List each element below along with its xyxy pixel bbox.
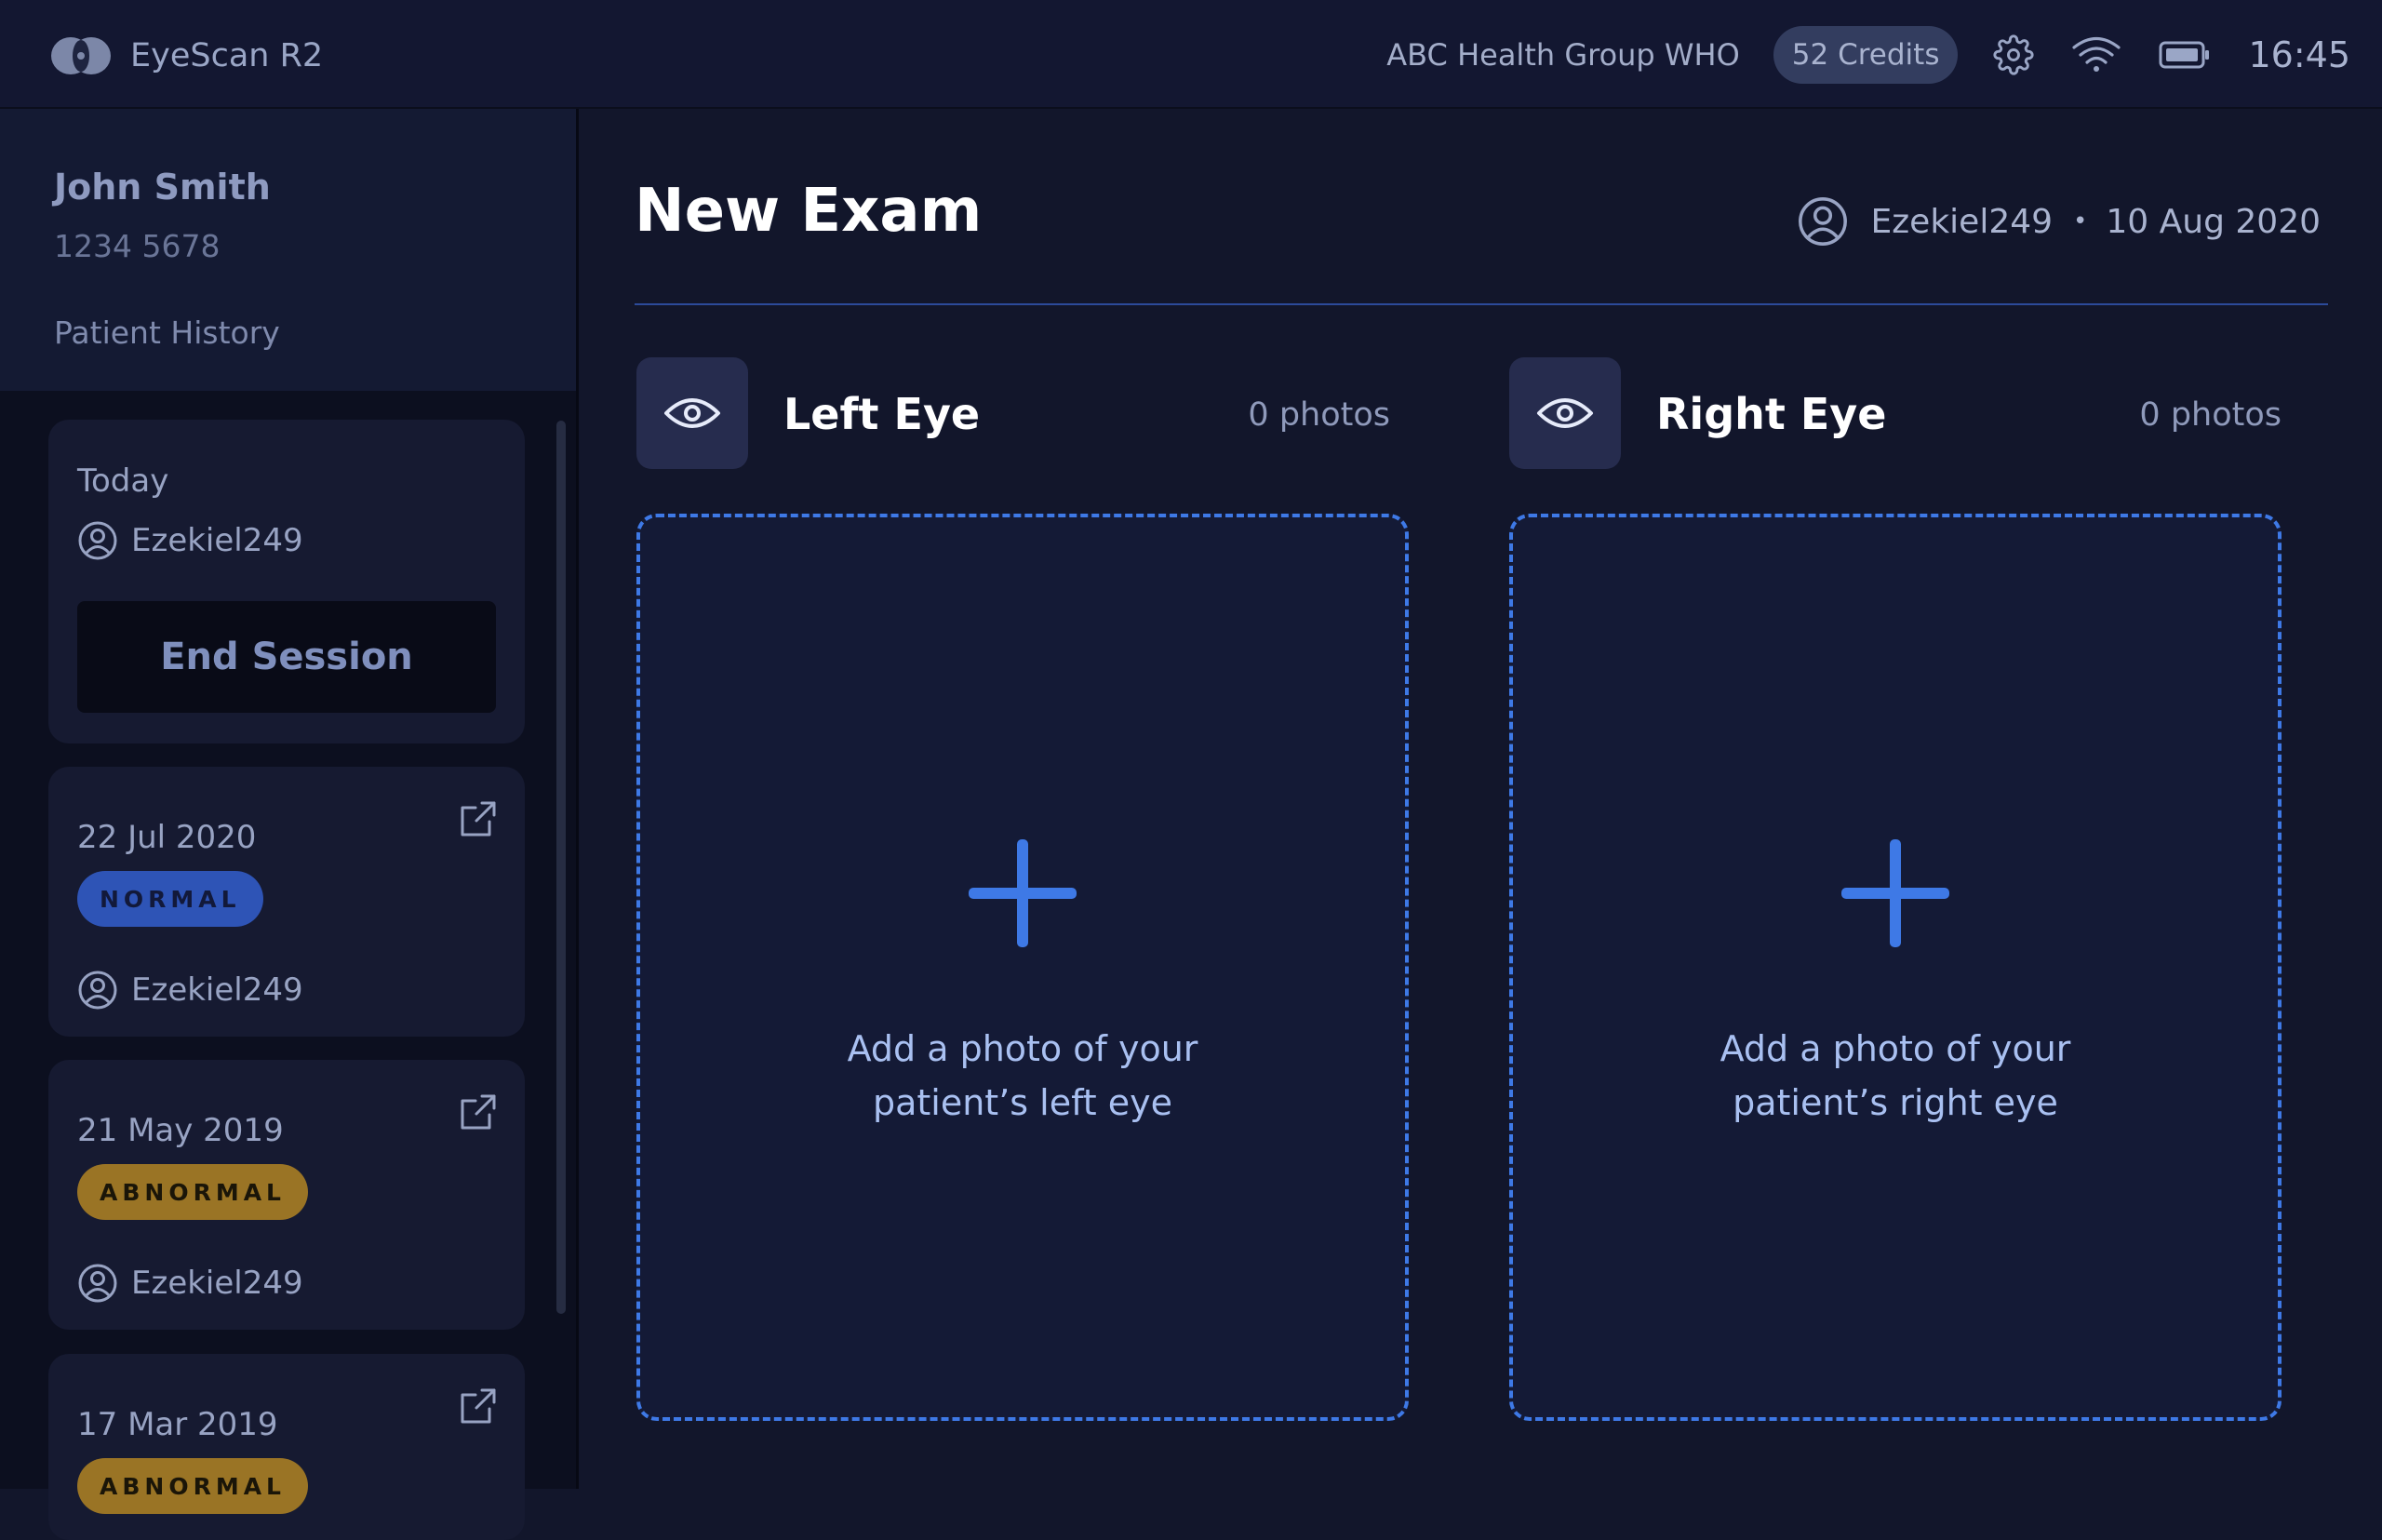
session-user: Ezekiel249 bbox=[77, 970, 303, 1011]
top-bar: EyeScan R2 ABC Health Group WHO 52 Credi… bbox=[0, 0, 2382, 109]
battery-icon bbox=[2159, 40, 2211, 70]
right-eye-header: Right Eye 0 photos bbox=[1509, 357, 2282, 469]
user-icon bbox=[1798, 197, 1847, 246]
wifi-icon bbox=[2071, 35, 2121, 74]
session-date: 17 Mar 2019 bbox=[77, 1406, 278, 1443]
exam-user: Ezekiel249 bbox=[1870, 202, 2054, 241]
status-badge: NORMAL bbox=[77, 871, 263, 927]
meta-separator: • bbox=[2073, 208, 2088, 235]
open-external-icon[interactable] bbox=[458, 798, 499, 843]
session-date: 21 May 2019 bbox=[77, 1112, 284, 1149]
open-external-icon[interactable] bbox=[458, 1091, 499, 1136]
left-eye-title: Left Eye bbox=[783, 389, 981, 439]
plus-icon bbox=[969, 839, 1077, 951]
status-badge: ABNORMAL bbox=[77, 1164, 308, 1220]
session-date: Today bbox=[77, 462, 169, 500]
open-external-icon[interactable] bbox=[458, 1386, 499, 1430]
session-user-name: Ezekiel249 bbox=[131, 1265, 303, 1302]
session-user-name: Ezekiel249 bbox=[131, 522, 303, 559]
app-name: EyeScan R2 bbox=[130, 36, 324, 74]
status-badge: ABNORMAL bbox=[77, 1458, 308, 1514]
prompt-line: Add a photo of your bbox=[1720, 1028, 2071, 1069]
clock: 16:45 bbox=[2248, 33, 2350, 75]
user-icon bbox=[78, 971, 117, 1010]
exam-date: 10 Aug 2020 bbox=[2106, 202, 2321, 241]
page-title: New Exam bbox=[635, 177, 983, 246]
sidebar-scrollbar[interactable] bbox=[556, 421, 566, 1314]
patient-history-link[interactable]: Patient History bbox=[54, 315, 280, 351]
header-divider bbox=[635, 303, 2328, 305]
prompt-line: Add a photo of your bbox=[847, 1028, 1198, 1069]
left-eye-dropzone[interactable]: Add a photo of your patient’s left eye bbox=[636, 514, 1409, 1421]
exam-meta: Ezekiel249 • 10 Aug 2020 bbox=[1797, 195, 2321, 248]
sidebar: John Smith 1234 5678 Patient History Tod… bbox=[0, 109, 579, 1540]
right-eye-prompt: Add a photo of your patient’s right eye bbox=[1513, 1022, 2278, 1130]
session-user-name: Ezekiel249 bbox=[131, 971, 303, 1009]
patient-name: John Smith bbox=[54, 167, 271, 208]
prompt-line: patient’s right eye bbox=[1733, 1082, 2058, 1123]
left-eye-photo-count: 0 photos bbox=[1248, 396, 1390, 434]
eye-icon bbox=[636, 357, 748, 469]
patient-header: John Smith 1234 5678 Patient History bbox=[0, 109, 576, 391]
session-date: 22 Jul 2020 bbox=[77, 819, 257, 856]
plus-icon bbox=[1841, 839, 1949, 951]
left-eye-header: Left Eye 0 photos bbox=[636, 357, 1409, 469]
right-eye-dropzone[interactable]: Add a photo of your patient’s right eye bbox=[1509, 514, 2282, 1421]
session-card-current: Today Ezekiel249 End Session bbox=[48, 420, 525, 743]
left-eye-prompt: Add a photo of your patient’s left eye bbox=[640, 1022, 1405, 1130]
prompt-line: patient’s left eye bbox=[872, 1082, 1173, 1123]
organization-name: ABC Health Group WHO bbox=[1386, 36, 1740, 73]
session-user: Ezekiel249 bbox=[77, 520, 303, 561]
session-card[interactable]: 21 May 2019 ABNORMAL Ezekiel249 bbox=[48, 1060, 525, 1330]
end-session-button[interactable]: End Session bbox=[77, 601, 496, 713]
patient-id: 1234 5678 bbox=[54, 228, 221, 264]
session-card[interactable]: 22 Jul 2020 NORMAL Ezekiel249 bbox=[48, 767, 525, 1037]
user-icon bbox=[78, 521, 117, 560]
settings-icon[interactable] bbox=[1993, 33, 2035, 75]
session-user: Ezekiel249 bbox=[77, 1263, 303, 1304]
brand: EyeScan R2 bbox=[50, 30, 323, 81]
right-eye-photo-count: 0 photos bbox=[2139, 396, 2282, 434]
right-eye-title: Right Eye bbox=[1656, 389, 1887, 439]
session-card[interactable]: 17 Mar 2019 ABNORMAL bbox=[48, 1354, 525, 1540]
eyescan-logo-icon bbox=[50, 34, 112, 77]
credits-badge[interactable]: 52 Credits bbox=[1773, 25, 1959, 84]
user-icon bbox=[78, 1264, 117, 1303]
eye-icon bbox=[1509, 357, 1621, 469]
